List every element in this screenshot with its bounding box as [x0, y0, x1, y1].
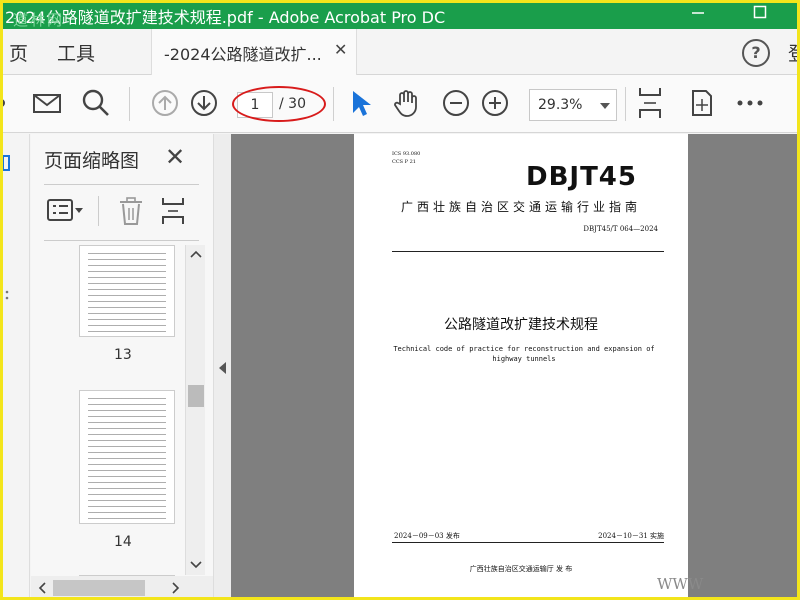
doc-ics: ICS 93.080 — [392, 151, 421, 157]
horizontal-scrollbar[interactable] — [31, 576, 213, 597]
doc-classification: ICS 93.080 CCS P 21 — [392, 150, 420, 166]
hand-icon[interactable] — [392, 88, 422, 118]
annotation-ellipse — [232, 86, 326, 122]
mail-icon[interactable] — [32, 88, 62, 118]
thumbnail-page-13[interactable] — [79, 245, 175, 337]
divider — [44, 240, 199, 241]
page-down-icon[interactable] — [189, 88, 219, 118]
panel-title: 页面缩略图 — [44, 150, 140, 172]
page-up-icon[interactable] — [150, 88, 180, 118]
close-icon[interactable]: ✕ — [165, 143, 185, 171]
full-screen-icon[interactable] — [686, 88, 716, 118]
chevron-up-icon[interactable] — [190, 249, 202, 259]
page-navigator: 1 / 30 — [232, 86, 326, 122]
menu-row: 页 工具 -2024公路隧道改扩... ✕ ? 登 — [3, 29, 797, 76]
doc-issue-date: 2024－09－03 发布 — [394, 532, 460, 540]
doc-rule — [392, 542, 664, 543]
app-window: 2024公路隧道改扩建技术规程.pdf - Adobe Acrobat Pro … — [0, 0, 800, 600]
page-thumbnails-icon[interactable] — [3, 154, 13, 174]
more-icon[interactable] — [735, 88, 765, 118]
chevron-right-icon[interactable] — [171, 582, 181, 594]
watermark-text: 道林网 — [13, 11, 65, 29]
tab-label: -2024公路隧道改扩... — [164, 45, 322, 64]
zoom-in-icon[interactable] — [480, 88, 510, 118]
navigation-pane-strip — [3, 134, 30, 597]
select-cursor-icon[interactable] — [347, 88, 377, 118]
help-icon[interactable]: ? — [742, 39, 770, 67]
thumbnail-list: 13 14 — [44, 245, 194, 580]
thumbnail-number: 14 — [114, 534, 132, 550]
window-title: 2024公路隧道改扩建技术规程.pdf - Adobe Acrobat Pro … — [5, 8, 446, 27]
restore-icon[interactable] — [737, 3, 783, 29]
menu-tools[interactable]: 工具 — [57, 39, 95, 66]
chevron-down-icon[interactable] — [190, 560, 202, 570]
thumbnail-scrollbar[interactable] — [185, 245, 205, 575]
zoom-value: 29.3% — [538, 97, 583, 113]
search-icon[interactable] — [81, 88, 111, 118]
toolbar-separator — [625, 87, 626, 121]
document-tab[interactable]: -2024公路隧道改扩... ✕ — [151, 29, 357, 76]
fit-page-icon[interactable] — [160, 196, 186, 230]
toolbar-edge-icon — [3, 88, 9, 118]
thumbnail-page-14[interactable] — [79, 390, 175, 524]
sign-in-link[interactable]: 登 — [788, 39, 797, 66]
toolbar-separator — [333, 87, 334, 121]
fit-page-icon[interactable] — [636, 86, 664, 120]
divider — [98, 196, 99, 226]
zoom-out-icon[interactable] — [441, 88, 471, 118]
thumbnail-number: 13 — [114, 347, 132, 363]
scrollbar-thumb[interactable] — [53, 580, 145, 596]
tab-close-icon[interactable]: ✕ — [334, 40, 347, 59]
doc-title-en: Technical code of practice for reconstru… — [393, 345, 655, 363]
pdf-page: ICS 93.080 CCS P 21 DBJT45 广西壮族自治区交通运输行业… — [354, 134, 688, 597]
chevron-left-icon[interactable] — [37, 582, 47, 594]
delete-icon[interactable] — [117, 196, 145, 230]
doc-implement-date: 2024－10－31 实施 — [598, 532, 664, 540]
scrollbar-thumb[interactable] — [188, 385, 204, 407]
menu-home[interactable]: 页 — [9, 39, 28, 66]
doc-publisher: 广西壮族自治区交通运输厅 发 布 — [469, 565, 573, 573]
divider — [44, 184, 199, 185]
doc-ccs: CCS P 21 — [392, 159, 416, 165]
chevron-down-icon — [600, 103, 610, 109]
doc-organization: 广西壮族自治区交通运输行业指南 — [400, 200, 641, 214]
options-icon[interactable] — [47, 198, 85, 226]
doc-rule — [392, 251, 664, 252]
panel-splitter[interactable] — [213, 134, 231, 597]
minimize-icon[interactable] — [675, 3, 721, 29]
collapse-panel-icon[interactable] — [219, 362, 226, 374]
drag-handle-icon[interactable] — [3, 288, 13, 308]
toolbar: 1 / 30 29.3% — [3, 75, 797, 133]
doc-title-cn: 公路隧道改扩建技术规程 — [444, 317, 598, 333]
zoom-select[interactable]: 29.3% — [529, 89, 617, 121]
toolbar-separator — [129, 87, 130, 121]
doc-logo: DBJT45 — [526, 162, 637, 192]
title-bar: 2024公路隧道改扩建技术规程.pdf - Adobe Acrobat Pro … — [3, 3, 797, 29]
document-viewport[interactable]: ICS 93.080 CCS P 21 DBJT45 广西壮族自治区交通运输行业… — [231, 134, 797, 597]
corner-watermark: WWW — [657, 575, 704, 593]
doc-code: DBJT45/T 064—2024 — [583, 225, 658, 233]
